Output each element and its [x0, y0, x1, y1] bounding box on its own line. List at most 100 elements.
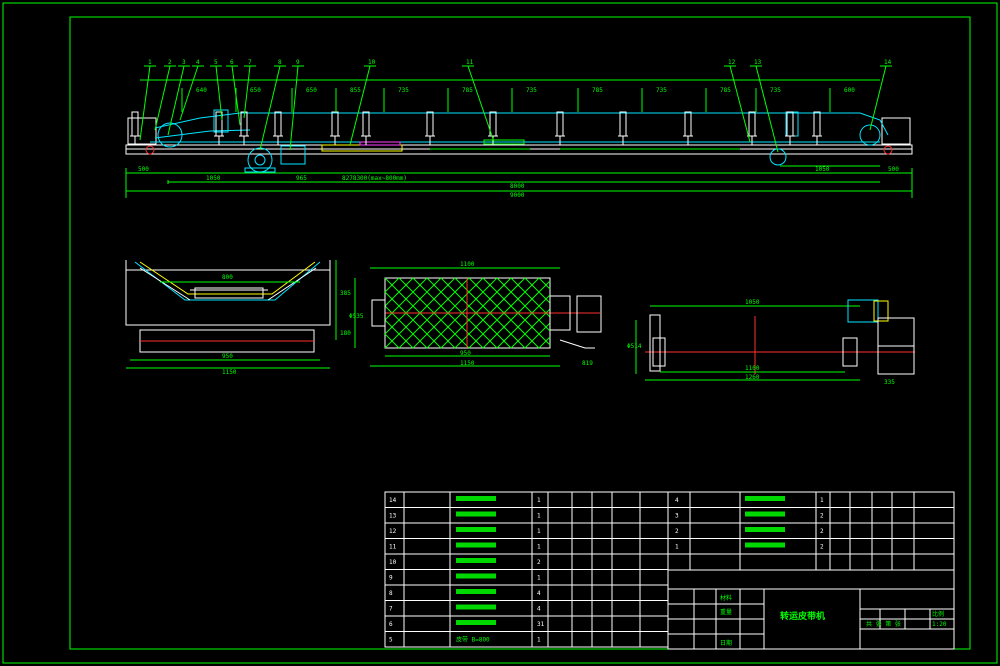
idler-bracket: [618, 111, 628, 145]
top-dimension: 640: [196, 87, 207, 94]
bom-item-name-glyphs: [456, 589, 496, 594]
callout-number: 14: [884, 59, 892, 66]
callout-number: 9: [296, 59, 300, 66]
bom-item-qty: 1: [820, 497, 824, 504]
bom-item-no: 7: [389, 606, 393, 613]
callout-number: 3: [182, 59, 186, 66]
bom-item-qty: 4: [537, 590, 541, 597]
bom-item-name-glyphs: [456, 573, 496, 579]
sheet-label: 共 张 第 张: [866, 620, 901, 628]
hatch-line: [538, 277, 551, 290]
callout-number: 11: [466, 59, 474, 66]
bom-item-qty: 2: [820, 528, 824, 535]
top-dimension: 785: [592, 87, 603, 94]
bom-item-no: 14: [389, 497, 397, 504]
shaft-view: [635, 299, 915, 381]
outer-border: [2, 2, 998, 664]
drum-right-dim: 819: [582, 360, 593, 367]
idler-bracket: [214, 111, 224, 145]
bom-item-name-glyphs: [456, 558, 496, 563]
scale-label: 比例: [932, 610, 944, 618]
shaft-right-dim: 335: [884, 379, 895, 386]
drum-top-dim: 1100: [460, 261, 475, 268]
idler-bracket: [785, 111, 795, 145]
bom-item-name-glyphs: [745, 542, 785, 548]
shaft-bottom-b: 1260: [745, 374, 760, 381]
dim-965: 965: [296, 175, 307, 182]
top-dimension: 600: [844, 87, 855, 94]
bom-item-name: 皮带 B=800: [456, 636, 490, 644]
bom-item-qty: 1: [537, 497, 541, 504]
top-dimension: 735: [770, 87, 781, 94]
idler-bracket: [425, 111, 435, 145]
callout-number: 5: [214, 59, 218, 66]
idler-bracket: [812, 111, 822, 145]
top-dimension: 855: [350, 87, 361, 94]
bom-item-name-glyphs: [456, 496, 496, 501]
drum-left-dim: Φ535: [349, 313, 364, 320]
idler-bracket: [130, 111, 140, 145]
callout-leader: [349, 65, 371, 146]
drum-bottom-b: 1150: [460, 360, 475, 367]
top-dimension: 785: [462, 87, 473, 94]
callout-number: 7: [248, 59, 252, 66]
dim-1050-left: 1050: [206, 175, 221, 182]
date-label: 日期: [720, 639, 732, 647]
callout-leader: [154, 65, 171, 131]
cs-top-width: 800: [222, 274, 233, 281]
cad-drawing: 1 2 3 4 5 6 7 8 9 10 11 12 13 14 500 1050 965 8278300…: [2, 2, 998, 664]
drawing-title: 转运皮带机: [780, 610, 825, 622]
callout-leader: [869, 65, 887, 131]
shaft-bottom-a: 1100: [745, 365, 760, 372]
top-dimension: 785: [720, 87, 731, 94]
bom-item-name-glyphs: [745, 527, 785, 532]
bom-item-qty: 2: [820, 544, 824, 551]
bom-item-qty: 1: [537, 544, 541, 551]
bom-item-qty: 1: [537, 528, 541, 535]
shaft-left-dim: Φ514: [627, 343, 642, 350]
title-block: [667, 569, 955, 650]
bom-item-name-glyphs: [745, 496, 785, 501]
callout-leaders: 1 2 3 4 5 6 7 8 9 10 11 12 13 14: [139, 59, 892, 153]
bom-item-qty: 2: [537, 559, 541, 566]
bom-item-no: 2: [675, 528, 679, 535]
bom-item-no: 9: [389, 575, 393, 582]
cs-height-b: 180: [340, 330, 351, 337]
hatch-line: [482, 277, 551, 346]
bom-item-no: 10: [389, 559, 397, 566]
bom-item-no: 3: [675, 513, 679, 520]
dim-bottom-right: 500: [888, 166, 899, 173]
callout-leader: [467, 65, 495, 143]
bom-item-name-glyphs: [456, 604, 496, 610]
hatch-line: [482, 280, 551, 349]
bom-item-qty: 1: [537, 637, 541, 644]
callout-number: 6: [230, 59, 234, 66]
top-dimension: 735: [656, 87, 667, 94]
cs-height-a: 385: [340, 290, 351, 297]
bom-item-no: 11: [389, 544, 397, 551]
weight-label: 重量: [720, 608, 732, 616]
bom-item-name-glyphs: [456, 527, 496, 532]
dim-note: 8278300(max~800mm): [342, 175, 407, 182]
callout-number: 2: [168, 59, 172, 66]
bom-item-no: 5: [389, 637, 393, 644]
callout-number: 1: [148, 59, 152, 66]
cs-bottom-a: 950: [222, 353, 233, 360]
bom-item-qty: 31: [537, 621, 545, 628]
drum-view: [354, 267, 602, 367]
idler-bracket: [330, 111, 340, 145]
hatch-line: [524, 322, 551, 349]
hatch-line: [538, 336, 551, 349]
bom-item-no: 12: [389, 528, 397, 535]
callout-leader: [139, 65, 151, 141]
bom-item-no: 6: [389, 621, 393, 628]
dim-1050-right: 1050: [815, 166, 830, 173]
hatch-line: [496, 277, 551, 332]
idler-bracket: [273, 111, 283, 145]
cs-bottom-b: 1150: [222, 369, 237, 376]
idler-bracket: [555, 111, 565, 145]
dim-total-9000: 9000: [510, 192, 525, 199]
idler-bracket: [361, 111, 371, 145]
bom-item-name-glyphs: [456, 542, 496, 548]
bom-item-name-glyphs: [745, 511, 785, 517]
